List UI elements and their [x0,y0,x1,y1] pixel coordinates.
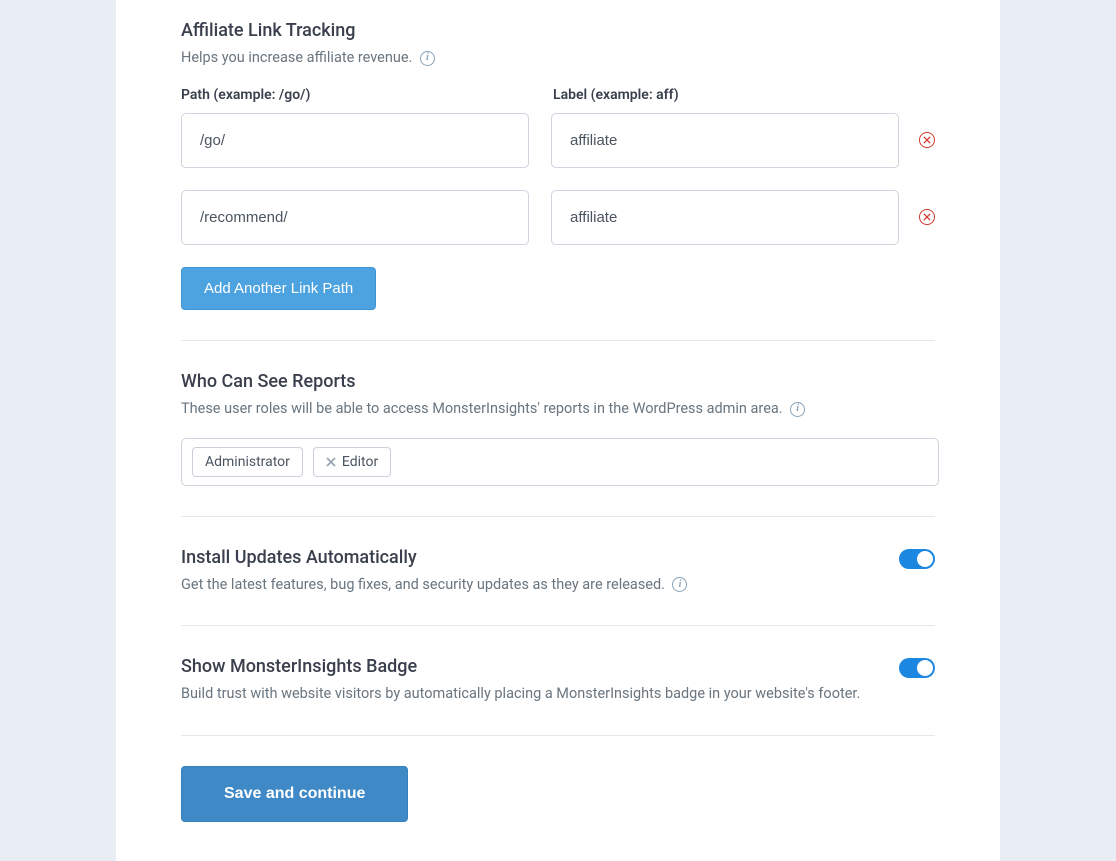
badge-section: Show MonsterInsights Badge Build trust w… [181,656,935,705]
path-column-label: Path (example: /go/) [181,87,531,103]
info-icon[interactable]: i [420,51,435,66]
remove-tag-button[interactable] [326,457,336,467]
roles-input[interactable]: Administrator Editor [181,438,939,486]
affiliate-desc: Helps you increase affiliate revenue. [181,49,412,66]
divider [181,735,935,736]
reports-section: Who Can See Reports These user roles wil… [181,371,935,486]
toggle-knob [917,551,933,567]
role-tag-editor[interactable]: Editor [313,447,391,477]
path-input[interactable] [181,190,529,245]
close-icon [923,213,931,221]
badge-title: Show MonsterInsights Badge [181,656,869,677]
settings-panel: Affiliate Link Tracking Helps you increa… [116,0,1000,861]
divider [181,516,935,517]
save-continue-button[interactable]: Save and continue [181,766,408,822]
info-icon[interactable]: i [790,402,805,417]
toggle-knob [917,660,933,676]
close-icon [326,457,336,467]
role-tag-administrator[interactable]: Administrator [192,447,303,477]
reports-title: Who Can See Reports [181,371,935,392]
affiliate-section: Affiliate Link Tracking Helps you increa… [181,20,935,310]
reports-desc: These user roles will be able to access … [181,400,783,417]
remove-row-button[interactable] [919,209,935,225]
link-path-row [181,113,935,168]
add-link-path-button[interactable]: Add Another Link Path [181,267,376,310]
remove-row-button[interactable] [919,132,935,148]
updates-toggle[interactable] [899,549,935,569]
info-icon[interactable]: i [672,577,687,592]
role-tag-label: Editor [342,454,378,470]
affiliate-title: Affiliate Link Tracking [181,20,935,41]
updates-section: Install Updates Automatically Get the la… [181,547,935,596]
link-path-row [181,190,935,245]
close-icon [923,136,931,144]
updates-title: Install Updates Automatically [181,547,869,568]
label-column-label: Label (example: aff) [553,87,903,103]
label-input[interactable] [551,113,899,168]
role-tag-label: Administrator [205,454,290,470]
divider [181,340,935,341]
divider [181,625,935,626]
badge-toggle[interactable] [899,658,935,678]
label-input[interactable] [551,190,899,245]
path-input[interactable] [181,113,529,168]
updates-desc: Get the latest features, bug fixes, and … [181,576,665,593]
badge-desc: Build trust with website visitors by aut… [181,685,860,702]
